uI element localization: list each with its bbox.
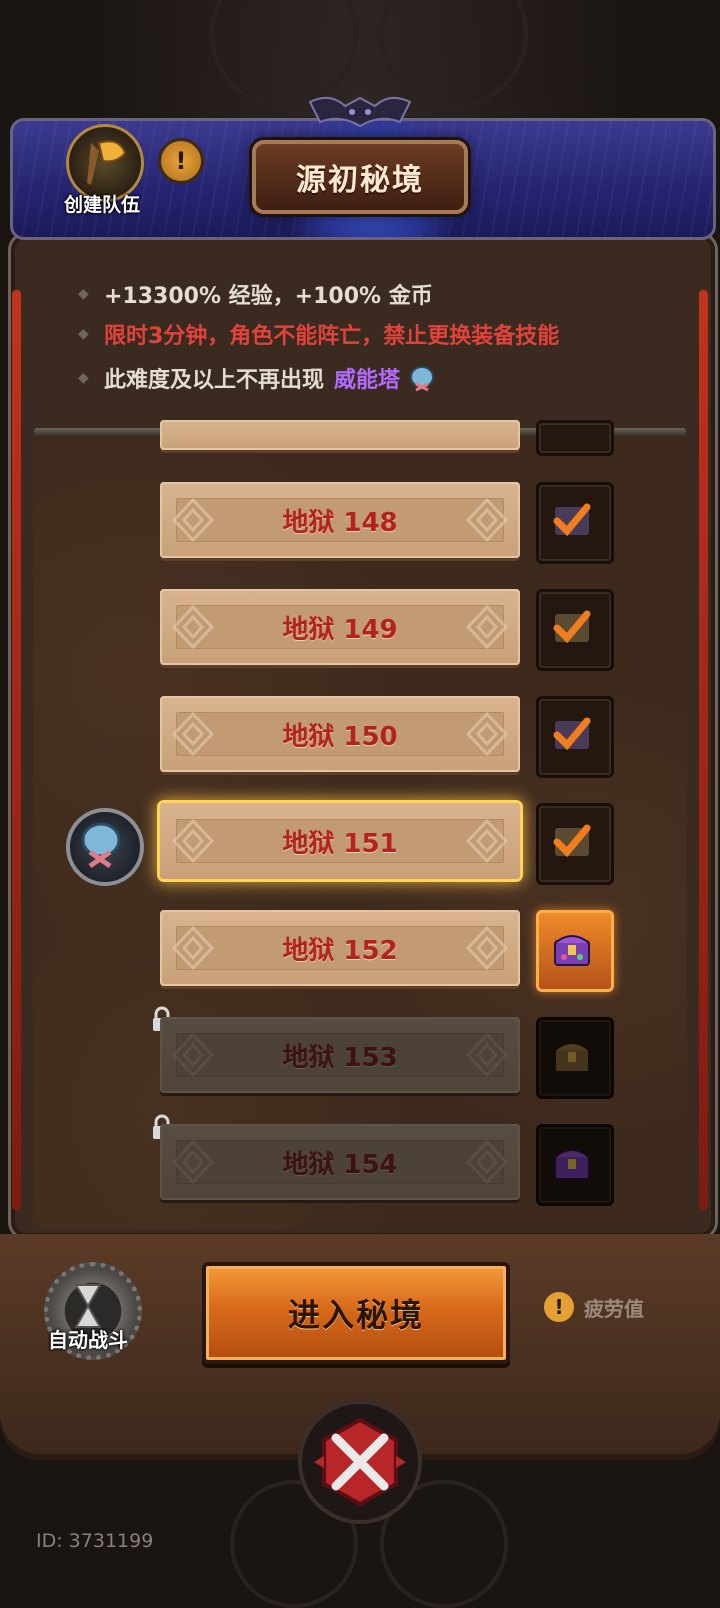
diamond-bullet-icon: ◆ [78,286,89,302]
page-title: 源初秘境 [252,140,468,214]
player-id: ID: 3731199 [36,1530,154,1552]
auto-battle-label: 自动战斗 [48,1328,128,1352]
level-plate[interactable]: 地狱 152 [160,910,520,986]
current-position-marker [66,808,144,886]
rule-text: 限时3分钟，角色不能阵亡，禁止更换装备技能 [104,324,560,349]
dungeon-info: ◆ +13300% 经验，+100% 金币 ◆ 限时3分钟，角色不能阵亡，禁止更… [30,250,690,430]
diamond-bullet-icon: ◆ [78,370,89,386]
create-team-button[interactable]: 创建队伍 [52,124,152,220]
enter-dungeon-button[interactable]: 进入秘境 [202,1262,510,1364]
reward-chest-claimed[interactable] [536,696,614,778]
treasure-chest-icon [554,1149,590,1180]
reward-chest-locked[interactable] [536,1017,614,1099]
frame-pillar-left [12,290,21,1210]
skull-ornament-icon [308,96,412,128]
create-team-label: 创建队伍 [63,194,140,216]
reward-chest-claimed[interactable] [536,803,614,885]
checkmark-icon [553,610,591,644]
level-label: 地狱 153 [282,1042,398,1073]
fatigue-label: 疲劳值 [584,1296,644,1321]
level-label: 地狱 149 [282,614,398,645]
level-plate-current[interactable]: 地狱 151 [160,803,520,879]
warning-icon: ! [544,1292,574,1322]
diamond-bullet-icon: ◆ [78,326,89,342]
level-label: 地狱 148 [282,507,398,538]
checkmark-icon [553,503,591,537]
auto-battle-button[interactable]: 自动战斗 [36,1262,146,1362]
frame-pillar-right [699,290,708,1210]
rule-row: ◆ 限时3分钟，角色不能阵亡，禁止更换装备技能 [78,318,559,350]
fatigue-indicator[interactable]: ! 疲劳值 [544,1292,644,1322]
level-plate[interactable]: 地狱 149 [160,589,520,665]
note-text: 此难度及以上不再出现 [104,368,325,393]
level-plate[interactable]: 地狱 150 [160,696,520,772]
reward-row: ◆ +13300% 经验，+100% 金币 [78,278,433,310]
reward-chest-locked[interactable] [536,1124,614,1206]
level-label: 地狱 154 [282,1149,398,1180]
reward-text: +13300% 经验，+100% 金币 [104,284,433,309]
level-label: 地狱 151 [282,828,398,859]
level-plate-locked[interactable]: 地狱 153 [160,1017,520,1093]
blob-creature-icon [81,822,121,869]
crossed-swords-icon[interactable] [296,1398,424,1526]
checkmark-icon [553,717,591,751]
level-plate-partial [160,420,520,450]
level-plate[interactable]: 地狱 148 [160,482,520,558]
level-plate-locked[interactable]: 地狱 154 [160,1124,520,1200]
level-label: 地狱 152 [282,935,398,966]
reward-chest-claimed[interactable] [536,589,614,671]
blob-creature-icon [410,366,435,392]
treasure-chest-icon [554,935,590,966]
level-label: 地狱 150 [282,721,398,752]
treasure-chest-icon [554,1042,590,1073]
reward-chest-available[interactable] [536,910,614,992]
note-row: ◆ 此难度及以上不再出现 威能塔 [78,362,436,394]
tower-name: 威能塔 [334,368,401,393]
reward-chest-claimed[interactable] [536,482,614,564]
checkmark-icon [553,824,591,858]
info-button[interactable]: ! [158,138,204,184]
reward-chest-partial [536,420,614,456]
